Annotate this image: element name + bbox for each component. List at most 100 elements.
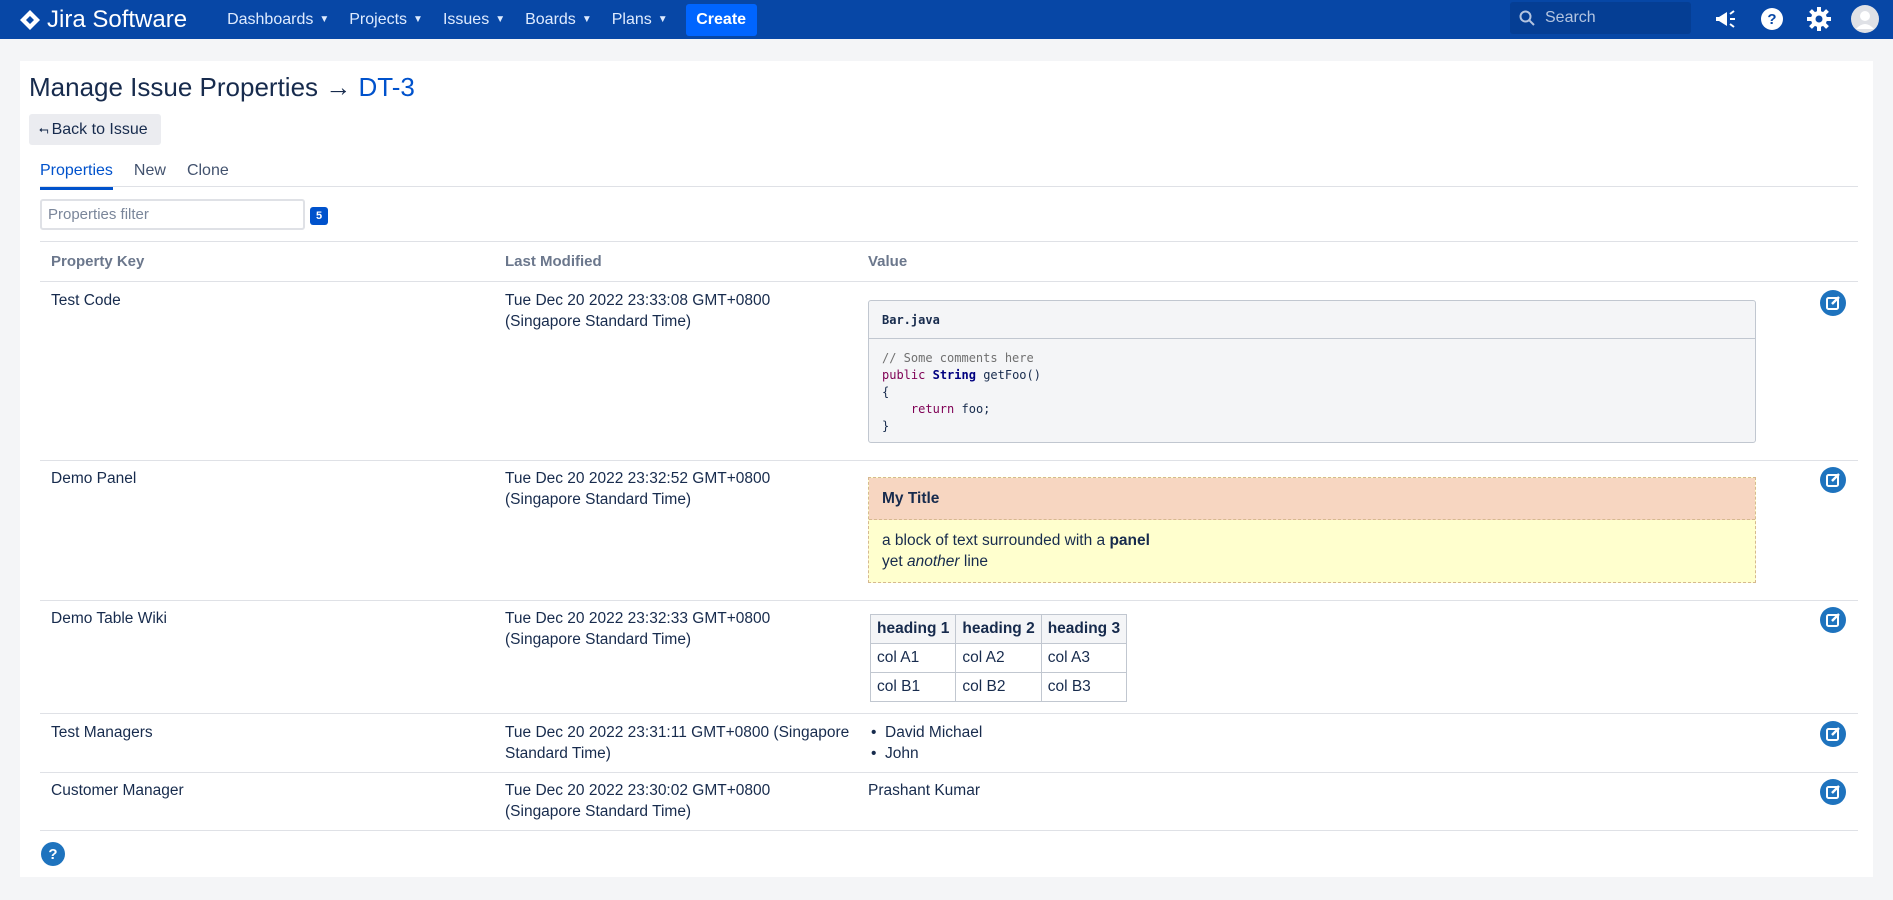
search-box[interactable]: Search: [1510, 2, 1691, 34]
row-5-value: Prashant Kumar: [868, 782, 980, 799]
avatar-icon[interactable]: [1851, 5, 1879, 33]
row-4-modified: Tue Dec 20 2022 23:31:11 GMT+0800 (Singa…: [505, 722, 849, 764]
nav-boards[interactable]: Boards ▼: [515, 0, 602, 39]
code-line-2: public String getFoo(): [882, 367, 1742, 384]
row-2-modified-line2: (Singapore Standard Time): [505, 491, 692, 508]
wiki-panel-line-2: yet another line: [882, 551, 1742, 572]
svg-text:?: ?: [48, 846, 57, 863]
chevron-down-icon: ▼: [581, 14, 592, 25]
panel-line2-italic: another: [906, 553, 960, 570]
wiki-panel: My Title a block of text surrounded with…: [868, 477, 1756, 583]
wiki-table-row: col B1 col B2 col B3: [869, 672, 1128, 702]
wiki-table-cell: col B2: [955, 672, 1042, 702]
header-last-modified: Last Modified: [505, 253, 602, 270]
row-4-modified-line1: Tue Dec 20 2022 23:31:11 GMT+0800 (Singa…: [505, 724, 850, 741]
wiki-panel-body: a block of text surrounded with a panel …: [869, 520, 1755, 582]
header-property-key: Property Key: [51, 253, 145, 270]
row-2-key: Demo Panel: [51, 470, 137, 487]
wiki-table-row: col A1 col A2 col A3: [869, 643, 1128, 673]
wiki-table-heading: heading 3: [1040, 614, 1128, 644]
wiki-table-cell: col A3: [1040, 643, 1128, 673]
panel-line1-text: a block of text surrounded with a: [882, 532, 1110, 549]
back-to-issue-button[interactable]: ⮢ Back to Issue: [29, 114, 161, 145]
row-1-modified-line1: Tue Dec 20 2022 23:33:08 GMT+0800: [505, 292, 771, 309]
back-to-issue-label: Back to Issue: [51, 120, 148, 138]
row-3-modified-line2: (Singapore Standard Time): [505, 631, 692, 648]
jira-diamond-icon: [20, 9, 40, 30]
gear-icon[interactable]: [1805, 5, 1833, 33]
row-5-key: Customer Manager: [51, 782, 184, 799]
wiki-table-cell: col B3: [1040, 672, 1128, 702]
nav-dashboards-label: Dashboards: [227, 10, 314, 28]
jira-logo[interactable]: Jira Software: [19, 0, 187, 39]
code-method: getFoo(): [983, 368, 1041, 382]
page-title-text: Manage Issue Properties →: [29, 72, 352, 102]
wiki-table: heading 1 heading 2 heading 3 col A1 col…: [869, 614, 1128, 702]
megaphone-icon[interactable]: [1711, 5, 1739, 33]
page-title: Manage Issue Properties → DT-3: [29, 72, 415, 103]
row-divider: [40, 713, 1858, 714]
chevron-down-icon: ▼: [495, 14, 506, 25]
table-bottom-divider: [40, 830, 1858, 831]
row-divider: [40, 600, 1858, 601]
row-1-modified-line2: (Singapore Standard Time): [505, 313, 692, 330]
properties-filter-input[interactable]: [40, 199, 305, 230]
help-icon[interactable]: ?: [41, 842, 65, 866]
logo-text: Jira Software: [47, 5, 188, 33]
nav-boards-label: Boards: [525, 10, 576, 28]
nav-dashboards[interactable]: Dashboards ▼: [217, 0, 339, 39]
code-keyword-return: return: [910, 402, 955, 416]
list-item: John: [868, 743, 982, 764]
table-header-divider: [40, 281, 1858, 282]
create-button[interactable]: Create: [685, 3, 757, 36]
wiki-table-cell: col B1: [869, 672, 957, 702]
edit-icon[interactable]: [1820, 607, 1846, 633]
code-keyword-public: public: [882, 368, 926, 382]
search-icon: [1519, 10, 1535, 26]
row-3-key: Demo Table Wiki: [51, 610, 168, 627]
chevron-down-icon: ▼: [413, 14, 423, 25]
nav-plans[interactable]: Plans ▼: [602, 0, 678, 39]
help-icon[interactable]: ?: [1758, 5, 1786, 33]
nav-projects-label: Projects: [349, 10, 408, 28]
code-filename: Bar.java: [869, 301, 1755, 339]
wiki-table-heading: heading 1: [869, 614, 957, 644]
wiki-table-cell: col A1: [869, 643, 957, 673]
code-return-value: foo;: [961, 402, 991, 416]
nav-issues-label: Issues: [442, 10, 490, 28]
back-arrow-icon: ⮢: [39, 122, 49, 136]
wiki-table-header-row: heading 1 heading 2 heading 3: [869, 614, 1128, 644]
edit-icon[interactable]: [1820, 290, 1846, 316]
row-1-modified: Tue Dec 20 2022 23:33:08 GMT+0800 (Singa…: [505, 290, 770, 332]
row-3-modified: Tue Dec 20 2022 23:32:33 GMT+0800 (Singa…: [505, 608, 770, 650]
row-4-modified-line2: Standard Time): [505, 745, 611, 762]
wiki-panel-line-1: a block of text surrounded with a panel: [882, 530, 1742, 551]
wiki-table-cell: col A2: [955, 643, 1042, 673]
nav-plans-label: Plans: [611, 10, 652, 28]
panel-line1-bold: panel: [1109, 532, 1150, 549]
code-type-string: String: [932, 368, 976, 382]
edit-icon[interactable]: [1820, 721, 1846, 747]
search-placeholder: Search: [1545, 9, 1596, 26]
list-item: David Michael: [868, 722, 982, 743]
edit-icon[interactable]: [1820, 779, 1846, 805]
code-body: // Some comments here public String getFo…: [869, 339, 1755, 446]
nav-issues[interactable]: Issues ▼: [433, 0, 515, 39]
tabs-divider: [40, 186, 1858, 187]
managers-list: David Michael John: [868, 722, 982, 764]
edit-icon[interactable]: [1820, 467, 1846, 493]
issue-key-link[interactable]: DT-3: [359, 72, 415, 102]
row-2-modified: Tue Dec 20 2022 23:32:52 GMT+0800 (Singa…: [505, 468, 770, 510]
wiki-table-heading: heading 2: [955, 614, 1042, 644]
chevron-down-icon: ▼: [657, 14, 668, 25]
nav-projects[interactable]: Projects ▼: [339, 0, 433, 39]
property-count-badge: 5: [310, 207, 328, 225]
row-4-key: Test Managers: [51, 724, 153, 741]
table-top-divider: [40, 241, 1858, 242]
row-divider: [40, 772, 1858, 773]
code-line-5: }: [882, 419, 890, 433]
row-1-key: Test Code: [51, 292, 121, 309]
row-3-modified-line1: Tue Dec 20 2022 23:32:33 GMT+0800: [505, 610, 771, 627]
row-2-modified-line1: Tue Dec 20 2022 23:32:52 GMT+0800: [505, 470, 771, 487]
code-line-3: {: [882, 385, 890, 399]
